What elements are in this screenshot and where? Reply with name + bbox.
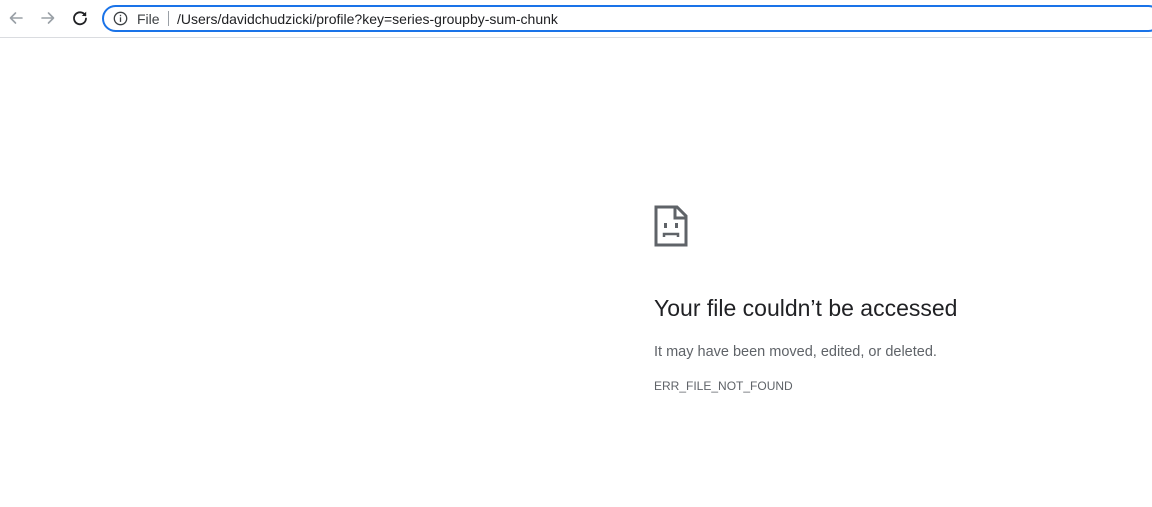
url-scheme-label: File [137,11,160,27]
forward-button[interactable] [37,7,59,29]
sad-file-icon [654,205,688,247]
error-title: Your file couldn’t be accessed [654,295,958,321]
arrow-left-icon [9,12,23,24]
error-message: It may have been moved, edited, or delet… [654,344,937,360]
reload-button[interactable] [69,7,91,29]
error-code: ERR_FILE_NOT_FOUND [654,379,793,393]
browser-toolbar: File /Users/davidchudzicki/profile?key=s… [0,0,1152,38]
reload-icon [73,11,87,26]
url-text[interactable]: /Users/davidchudzicki/profile?key=series… [177,11,558,27]
info-icon[interactable] [113,11,128,26]
address-bar[interactable]: File /Users/davidchudzicki/profile?key=s… [102,5,1152,32]
arrow-right-icon [41,12,55,24]
omnibox-divider [168,11,169,26]
back-button[interactable] [5,7,27,29]
